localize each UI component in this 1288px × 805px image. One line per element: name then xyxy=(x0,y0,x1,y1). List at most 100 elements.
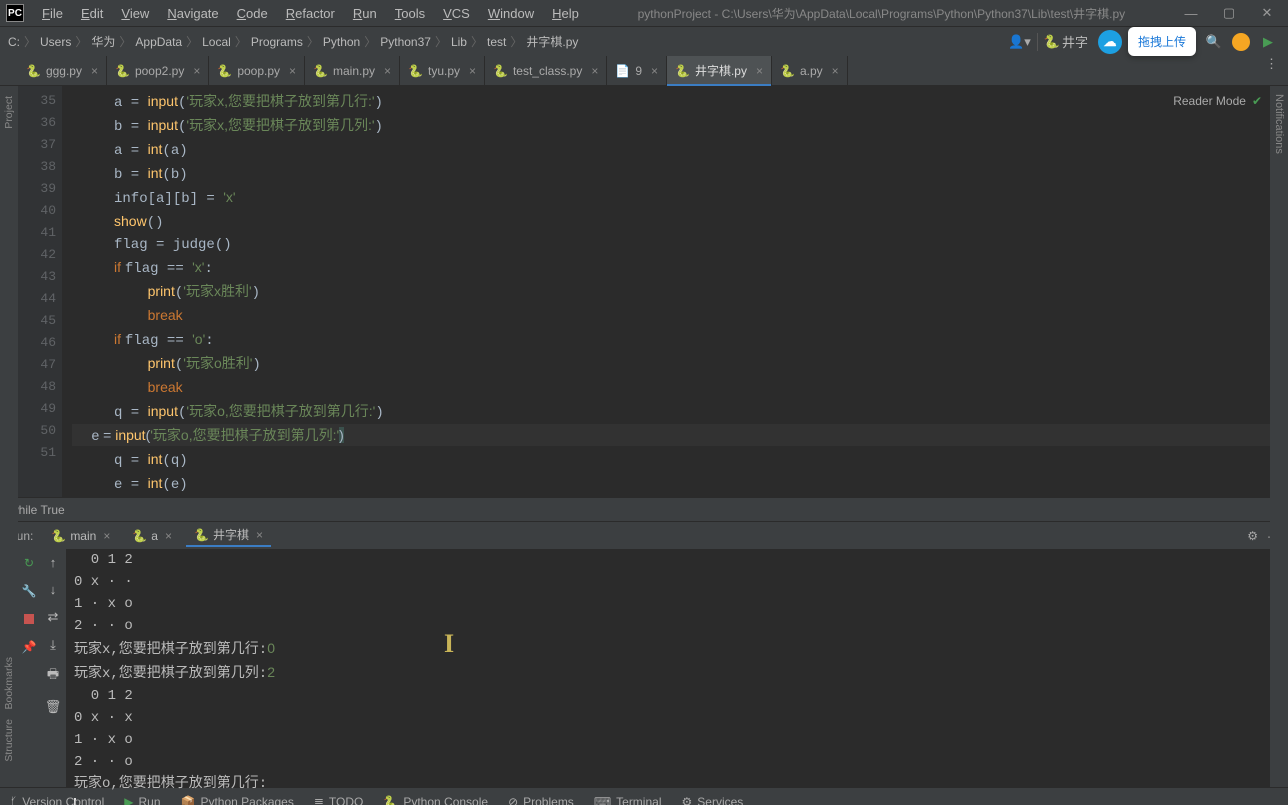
close-icon[interactable]: × xyxy=(165,529,172,543)
pin-icon[interactable]: 📌 xyxy=(21,639,37,655)
down-icon[interactable]: ↓ xyxy=(50,582,57,597)
run-console[interactable]: 0 1 2 0 x · · 1 · x o 2 · · o 玩家x,您要把棋子放… xyxy=(66,549,1270,787)
breadcrumb-segment[interactable]: 井字棋.py xyxy=(526,33,578,50)
breadcrumbs[interactable]: C:〉Users〉华为〉AppData〉Local〉Programs〉Pytho… xyxy=(8,33,578,50)
reader-mode[interactable]: Reader Mode✔ xyxy=(1173,94,1262,108)
run-toolbar: Run: 🐍main×🐍a×🐍井字棋× ⚙ — xyxy=(0,521,1288,549)
breadcrumb-segment[interactable]: C: xyxy=(8,35,20,49)
cloud-icon[interactable]: ☁ xyxy=(1098,30,1122,54)
py-icon: 🐍 xyxy=(383,795,398,805)
breadcrumb-segment[interactable]: Lib xyxy=(451,35,467,49)
editor-tab[interactable]: 🐍main.py× xyxy=(305,56,400,85)
menu-navigate[interactable]: Navigate xyxy=(159,4,226,23)
close-icon[interactable]: × xyxy=(591,64,598,78)
editor-tab[interactable]: 🐍ggg.py× xyxy=(18,56,107,85)
breadcrumb-segment[interactable]: Programs xyxy=(251,35,303,49)
breadcrumb-segment[interactable]: Python37 xyxy=(380,35,431,49)
toolwin-version-control[interactable]: ᚶVersion Control xyxy=(10,795,104,805)
more-tabs-icon[interactable]: ⋮ xyxy=(1255,56,1288,85)
menu-window[interactable]: Window xyxy=(480,4,542,23)
editor-area: 35 36 37 38 39 40 41 42 43 44 45 46 47 4… xyxy=(0,86,1288,497)
python-file-icon: 🐍 xyxy=(493,64,508,78)
menu-code[interactable]: Code xyxy=(229,4,276,23)
editor-tab[interactable]: 🐍tyu.py× xyxy=(400,56,485,85)
python-icon: 🐍 xyxy=(194,528,209,542)
close-icon[interactable]: × xyxy=(91,64,98,78)
close-button[interactable]: ✕ xyxy=(1252,3,1282,23)
run-settings-icon[interactable]: ⚙ xyxy=(1247,529,1258,543)
menu-help[interactable]: Help xyxy=(544,4,587,23)
toolwin-run[interactable]: ▶Run xyxy=(124,795,160,805)
close-icon[interactable]: × xyxy=(193,64,200,78)
toolwin-services[interactable]: ⚙Services xyxy=(682,795,744,805)
menu-refactor[interactable]: Refactor xyxy=(278,4,343,23)
breadcrumb-segment[interactable]: AppData xyxy=(135,35,182,49)
search-icon[interactable]: 🔍 xyxy=(1202,30,1226,54)
scroll-icon[interactable]: ⤓ xyxy=(50,637,56,653)
close-icon[interactable]: × xyxy=(832,64,839,78)
line-numbers: 35 36 37 38 39 40 41 42 43 44 45 46 47 4… xyxy=(18,86,62,497)
user-menu-icon[interactable]: 👤▾ xyxy=(1008,34,1031,50)
python-file-icon: 🐍 xyxy=(26,64,41,78)
run-icon[interactable]: ▶ xyxy=(1256,30,1280,54)
term-icon: ⌨ xyxy=(594,795,611,805)
run-tab[interactable]: 🐍井字棋× xyxy=(186,524,271,547)
chevron-right-icon: 〉 xyxy=(24,33,36,50)
bookmarks-tool-button[interactable]: Bookmarks xyxy=(3,657,15,710)
editor-tab[interactable]: 🐍井字棋.py× xyxy=(667,56,772,85)
run-config-label[interactable]: 井字 xyxy=(1062,32,1088,51)
menu-file[interactable]: File xyxy=(34,4,71,23)
close-icon[interactable]: × xyxy=(756,64,763,78)
warn-icon: ⊘ xyxy=(508,795,518,805)
toolwin-problems[interactable]: ⊘Problems xyxy=(508,795,574,805)
up-icon[interactable]: ↑ xyxy=(50,555,57,570)
menu-view[interactable]: View xyxy=(113,4,157,23)
code-editor[interactable]: a = input('玩家x,您要把棋子放到第几行:') b = input('… xyxy=(62,86,1270,497)
close-icon[interactable]: × xyxy=(469,64,476,78)
breadcrumb-segment[interactable]: 华为 xyxy=(91,33,115,50)
menu-tools[interactable]: Tools xyxy=(387,4,433,23)
menu-run[interactable]: Run xyxy=(345,4,385,23)
toolwin-python-console[interactable]: 🐍Python Console xyxy=(383,795,488,805)
toolwin-python-packages[interactable]: 📦Python Packages xyxy=(181,795,294,805)
wrap-icon[interactable]: ⇄ xyxy=(48,609,59,625)
structure-tool-button[interactable]: Structure xyxy=(3,719,15,762)
editor-tab[interactable]: 🐍test_class.py× xyxy=(485,56,607,85)
upload-tooltip[interactable]: 拖拽上传 xyxy=(1128,27,1196,56)
maximize-button[interactable]: ▢ xyxy=(1214,3,1244,23)
close-icon[interactable]: × xyxy=(103,529,110,543)
close-icon[interactable]: × xyxy=(256,528,263,542)
breadcrumb-segment[interactable]: test xyxy=(487,35,506,49)
stop-icon[interactable] xyxy=(21,611,37,627)
tips-icon[interactable] xyxy=(1232,33,1250,51)
notifications-tool-button[interactable]: Notifications xyxy=(1273,94,1285,154)
editor-tab[interactable]: 🐍poop.py× xyxy=(209,56,305,85)
python-file-icon: 🐍 xyxy=(408,64,423,78)
menu-edit[interactable]: Edit xyxy=(73,4,111,23)
breadcrumb-segment[interactable]: Local xyxy=(202,35,231,49)
editor-tab[interactable]: 🐍a.py× xyxy=(772,56,848,85)
context-breadcrumb: while True xyxy=(0,497,1288,521)
editor-tab[interactable]: 📄9× xyxy=(607,56,667,85)
chevron-right-icon: 〉 xyxy=(119,33,131,50)
run-tab[interactable]: 🐍a× xyxy=(124,524,180,547)
window-controls: — ▢ ✕ xyxy=(1176,3,1282,23)
close-icon[interactable]: × xyxy=(651,64,658,78)
close-icon[interactable]: × xyxy=(384,64,391,78)
editor-tab[interactable]: 🐍poop2.py× xyxy=(107,56,209,85)
python-icon: 🐍 xyxy=(132,529,147,543)
breadcrumb-segment[interactable]: Python xyxy=(323,35,360,49)
titlebar: PC FileEditViewNavigateCodeRefactorRunTo… xyxy=(0,0,1288,26)
breadcrumb-segment[interactable]: Users xyxy=(40,35,71,49)
minimize-button[interactable]: — xyxy=(1176,3,1206,23)
print-icon[interactable]: 🖶 xyxy=(47,665,59,687)
run-tab[interactable]: 🐍main× xyxy=(43,524,118,547)
rerun-icon[interactable]: ↻ xyxy=(21,555,37,571)
close-icon[interactable]: × xyxy=(289,64,296,78)
tools-icon[interactable]: 🔧 xyxy=(21,583,37,599)
project-tool-button[interactable]: Project xyxy=(3,92,15,133)
toolwin-terminal[interactable]: ⌨Terminal xyxy=(594,795,662,805)
trash-icon[interactable]: 🗑 xyxy=(45,699,62,715)
menu-vcs[interactable]: VCS xyxy=(435,4,478,23)
toolwin-todo[interactable]: ≣TODO xyxy=(314,795,364,805)
